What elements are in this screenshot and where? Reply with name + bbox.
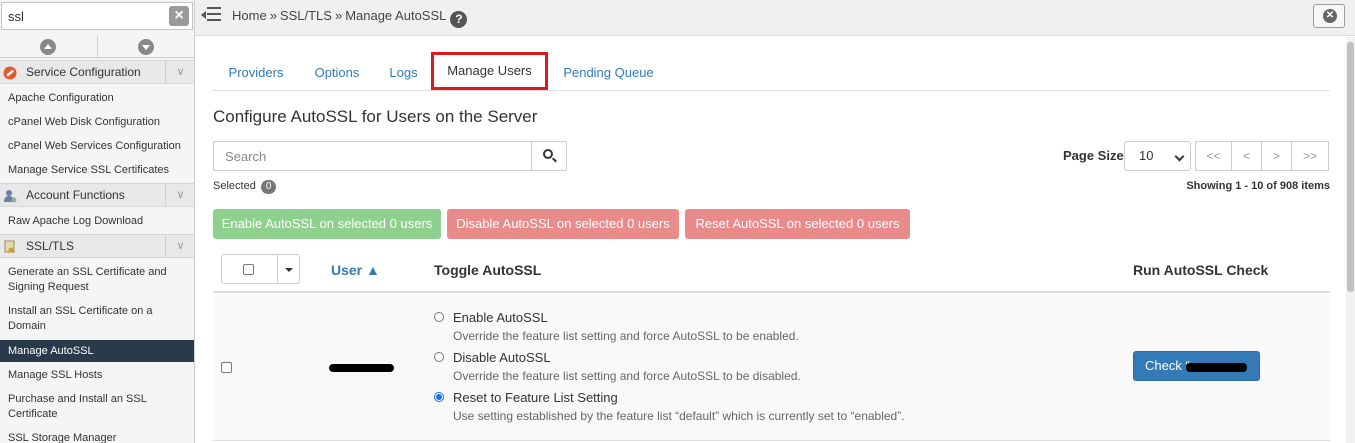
redacted-username: [1186, 363, 1247, 372]
sidebar-item-raw-apache-log-download[interactable]: Raw Apache Log Download: [0, 214, 194, 229]
check-button-label: Check “: [1145, 358, 1190, 373]
tab-providers[interactable]: Providers: [213, 55, 299, 91]
sidebar-item-manage-autossl[interactable]: Manage AutoSSL: [0, 340, 194, 362]
sidebar-item-apache-configuration[interactable]: Apache Configuration: [0, 91, 194, 106]
close-icon: ✕: [1323, 9, 1337, 23]
main-content: Providers Options Logs Manage Users Pend…: [196, 37, 1355, 443]
top-bar: Home» SSL/TLS» Manage AutoSSL? ✕: [195, 0, 1355, 36]
last-page-button[interactable]: >>: [1291, 141, 1329, 171]
clear-search-icon[interactable]: ×: [169, 6, 189, 26]
reset-autossl-selected-button[interactable]: Reset AutoSSL on selected 0 users: [685, 209, 910, 239]
sidebar-item-ssl-storage-manager[interactable]: SSL Storage Manager: [0, 431, 194, 443]
option-description: Override the feature list setting and fo…: [453, 329, 799, 343]
sidebar-item-manage-service-ssl-certificates[interactable]: Manage Service SSL Certificates: [0, 163, 194, 178]
sidebar-item-manage-ssl-hosts[interactable]: Manage SSL Hosts: [0, 368, 194, 383]
selected-count-label: Selected 0: [213, 180, 277, 194]
help-icon[interactable]: ?: [450, 11, 468, 28]
sidebar-item-install-ssl-certificate[interactable]: Install an SSL Certificate on a Domain: [0, 304, 194, 334]
sidebar-item-cpanel-web-services-configuration[interactable]: cPanel Web Services Configuration: [0, 139, 194, 154]
radio-reset-feature-list[interactable]: [434, 392, 444, 402]
tab-manage-users[interactable]: Manage Users: [431, 52, 548, 90]
disable-autossl-selected-button[interactable]: Disable AutoSSL on selected 0 users: [447, 209, 679, 239]
column-run-autossl-check: Run AutoSSL Check: [1133, 262, 1269, 278]
breadcrumb: Home» SSL/TLS» Manage AutoSSL?: [232, 8, 468, 28]
first-page-button[interactable]: <<: [1195, 141, 1232, 171]
selected-count-badge: 0: [260, 180, 277, 194]
table-row: Enable AutoSSL Override the feature list…: [213, 295, 1330, 441]
scroll-up-button[interactable]: [0, 36, 97, 58]
sidebar-category-service-configuration[interactable]: Service Configuration ∨: [0, 60, 194, 84]
column-toggle-autossl: Toggle AutoSSL: [434, 262, 542, 278]
sidebar-category-ssl-tls[interactable]: SSL/TLS ∨: [0, 234, 194, 258]
sidebar: × Service Configuration ∨ Apache Configu…: [0, 0, 195, 443]
sidebar-category-account-functions[interactable]: Account Functions ∨: [0, 183, 194, 207]
option-description: Override the feature list setting and fo…: [453, 369, 801, 383]
user-search: [213, 141, 532, 171]
page-title: Configure AutoSSL for Users on the Serve…: [213, 107, 538, 126]
option-label: Disable AutoSSL: [453, 350, 551, 365]
prev-page-button[interactable]: <: [1231, 141, 1262, 171]
table-header: User ▲ Toggle AutoSSL Run AutoSSL Check: [213, 249, 1330, 293]
breadcrumb-home[interactable]: Home: [232, 8, 267, 23]
select-all-checkbox[interactable]: [243, 264, 254, 275]
sidebar-item-cpanel-web-disk-configuration[interactable]: cPanel Web Disk Configuration: [0, 115, 194, 130]
user-search-input[interactable]: [214, 142, 514, 170]
close-button[interactable]: ✕: [1313, 4, 1345, 28]
radio-enable-autossl[interactable]: [434, 312, 444, 322]
sidebar-category-label: Account Functions: [26, 188, 125, 202]
tab-options[interactable]: Options: [299, 55, 375, 91]
redacted-username: [329, 364, 394, 372]
sidebar-search-input[interactable]: [2, 3, 162, 29]
sidebar-category-label: Service Configuration: [26, 65, 141, 79]
breadcrumb-separator: »: [269, 8, 277, 23]
column-user[interactable]: User ▲: [331, 262, 380, 278]
sidebar-sort-controls: [0, 36, 194, 58]
selected-label-text: Selected: [213, 180, 256, 192]
wrench-icon: [3, 66, 17, 80]
showing-items-text: Showing 1 - 10 of 908 items: [1186, 180, 1330, 192]
option-label: Enable AutoSSL: [453, 310, 548, 325]
tab-bar: Providers Options Logs Manage Users Pend…: [213, 52, 1330, 91]
tab-pending-queue[interactable]: Pending Queue: [550, 55, 667, 91]
chevron-down-icon: [1174, 151, 1185, 162]
scrollbar-thumb[interactable]: [1347, 42, 1354, 292]
chevron-down-icon[interactable]: ∨: [165, 184, 194, 206]
chevron-down-icon[interactable]: ∨: [165, 61, 194, 83]
sidebar-item-purchase-install-ssl[interactable]: Purchase and Install an SSL Certificate: [0, 392, 194, 422]
next-page-button[interactable]: >: [1261, 141, 1292, 171]
caret-down-icon[interactable]: [285, 268, 293, 272]
tab-logs[interactable]: Logs: [375, 55, 432, 91]
row-checkbox[interactable]: [221, 362, 232, 373]
enable-autossl-selected-button[interactable]: Enable AutoSSL on selected 0 users: [213, 209, 441, 239]
select-all-control[interactable]: [221, 254, 300, 284]
breadcrumb-section[interactable]: SSL/TLS: [280, 8, 332, 23]
scroll-down-button[interactable]: [98, 36, 194, 58]
sidebar-category-label: SSL/TLS: [26, 239, 75, 253]
page-size-value: 10: [1139, 148, 1154, 163]
chevron-down-icon[interactable]: ∨: [165, 235, 194, 257]
search-button[interactable]: [531, 141, 567, 171]
option-description: Use setting established by the feature l…: [453, 409, 905, 423]
sidebar-item-generate-ssl-certificate[interactable]: Generate an SSL Certificate and Signing …: [0, 265, 194, 295]
option-label: Reset to Feature List Setting: [453, 390, 618, 405]
scrollbar[interactable]: [1346, 37, 1355, 443]
sidebar-search: ×: [1, 2, 193, 30]
page-size-label: Page Size: [1063, 148, 1124, 163]
page-size-select[interactable]: 10: [1124, 141, 1191, 171]
breadcrumb-separator: »: [334, 8, 343, 23]
user-icon: [4, 190, 17, 203]
radio-disable-autossl[interactable]: [434, 352, 444, 362]
certificate-icon: [4, 240, 15, 253]
breadcrumb-current-page: Manage AutoSSL: [345, 8, 447, 23]
collapse-sidebar-icon[interactable]: [201, 7, 221, 23]
